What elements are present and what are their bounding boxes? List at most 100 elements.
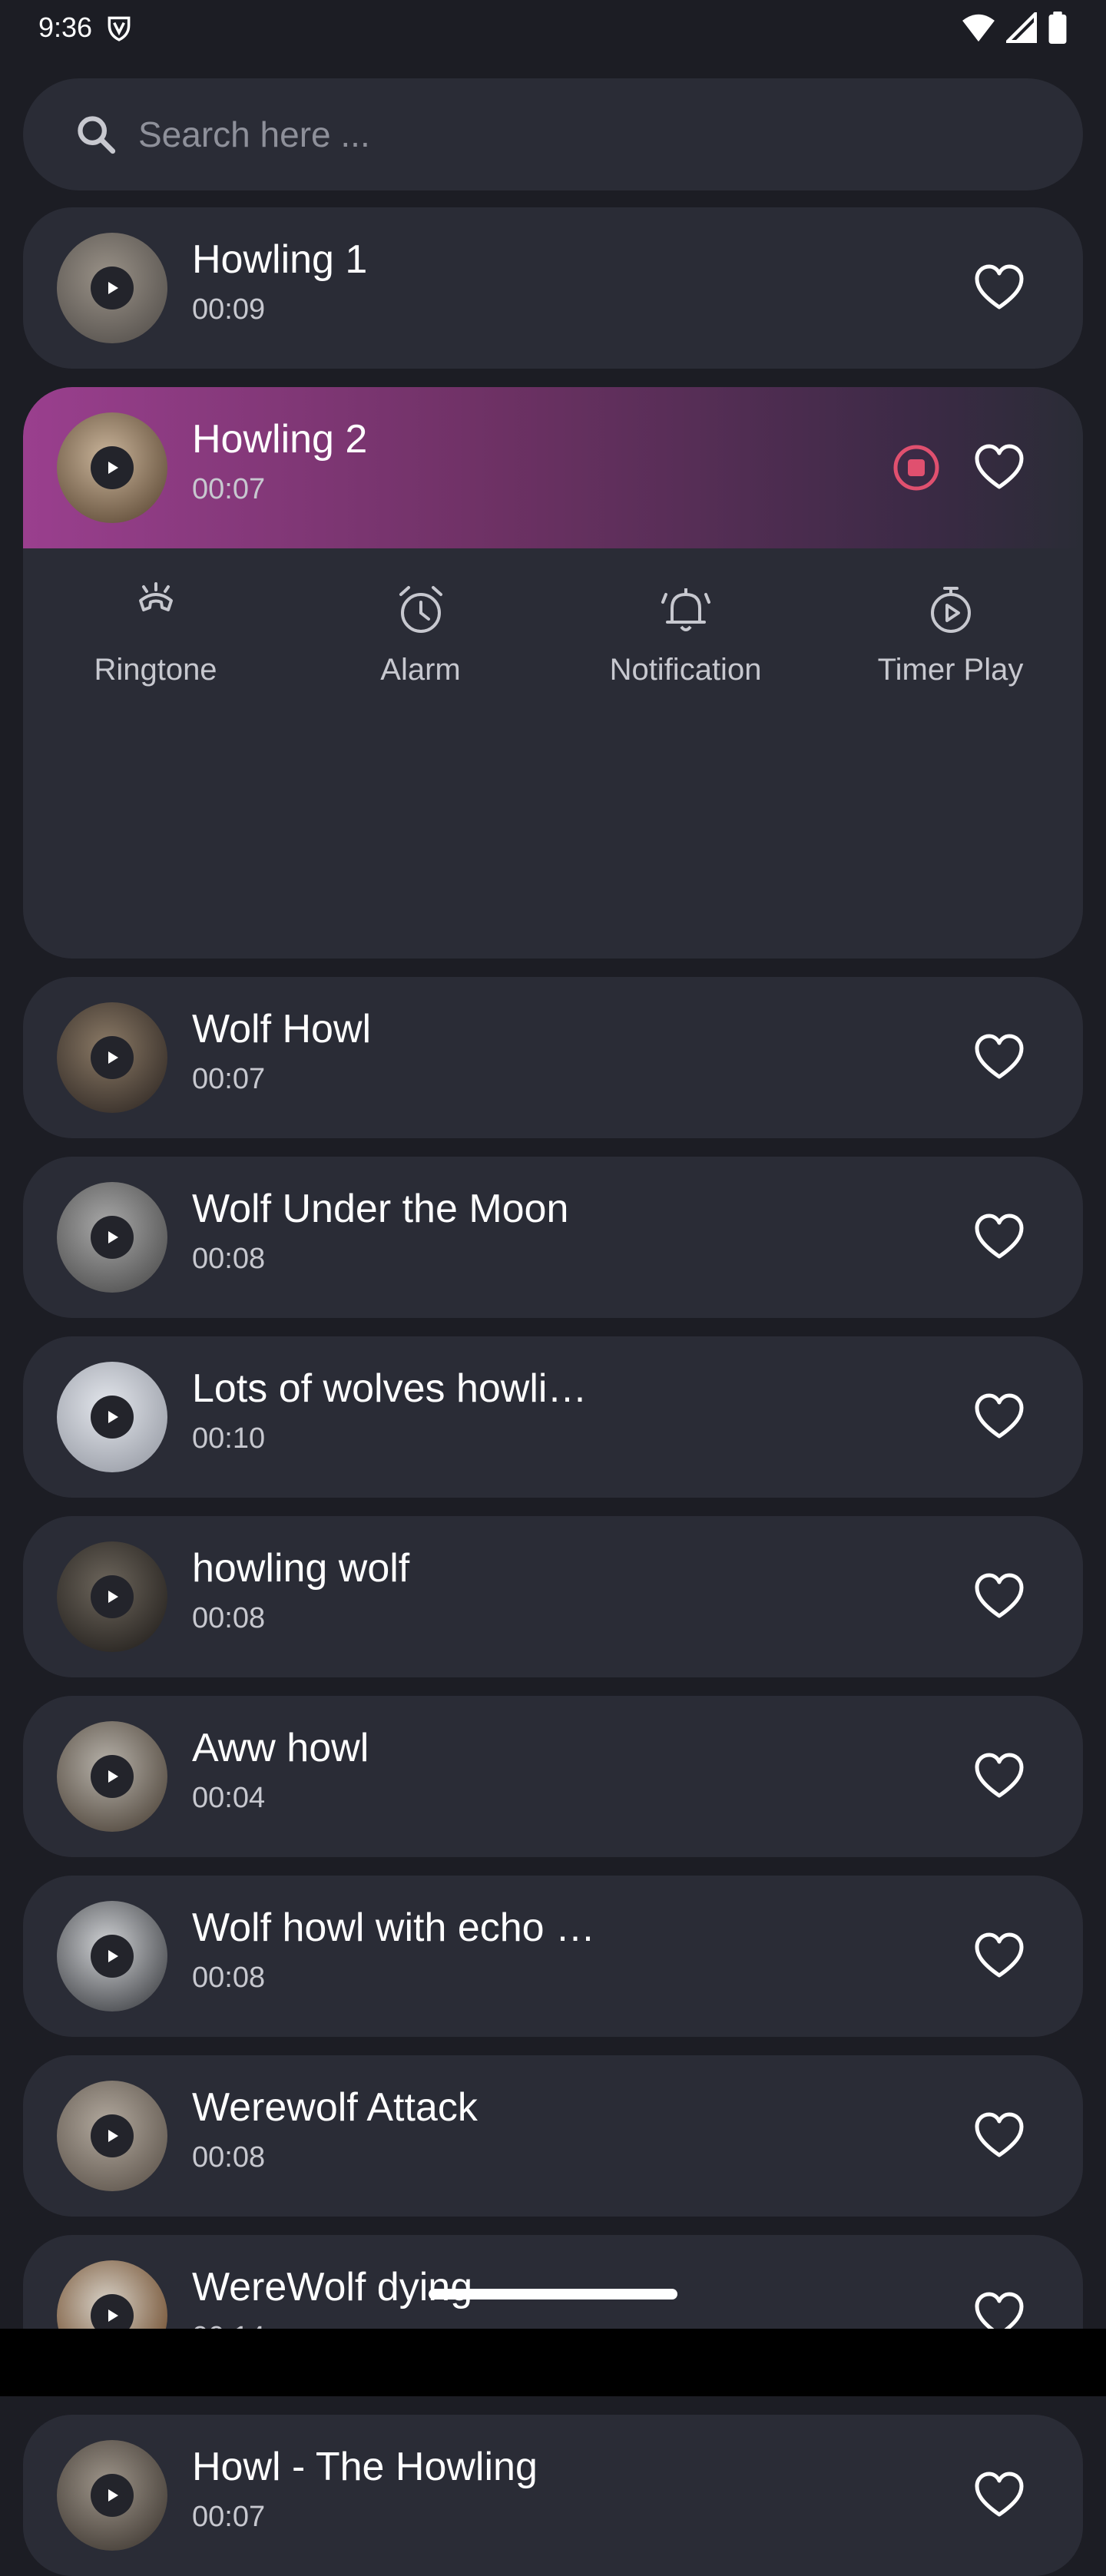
sound-card-header[interactable]: Howling 2 00:07	[23, 387, 1083, 548]
sound-duration: 00:07	[192, 1063, 266, 1095]
sound-card[interactable]: howling wolf 00:08	[23, 1516, 1083, 1677]
play-button[interactable]	[91, 267, 134, 310]
sound-duration: 00:09	[192, 293, 266, 326]
play-icon	[108, 282, 118, 294]
favorite-heart-icon[interactable]	[972, 1210, 1026, 1264]
search-input[interactable]: Search here ...	[138, 114, 370, 155]
sound-card[interactable]: Wolf Howl 00:07	[23, 977, 1083, 1138]
sound-card-header[interactable]: Wolf howl with echo … 00:08	[23, 1876, 1083, 2037]
status-time: 9:36	[38, 12, 93, 43]
sound-card[interactable]: Wolf howl with echo … 00:08	[23, 1876, 1083, 2037]
sound-duration: 00:04	[192, 1782, 266, 1814]
action-label: Ringtone	[94, 653, 217, 687]
wolf-thumbnail	[57, 1002, 167, 1113]
stop-icon[interactable]	[891, 442, 942, 493]
alarm-clock-icon	[399, 586, 442, 633]
sound-title: Howl - The Howling	[192, 2445, 538, 2489]
status-right	[962, 12, 1068, 44]
sound-card[interactable]: Howling 2 00:07 Ringtone Alarm Notificat…	[23, 387, 1083, 959]
sound-title: Wolf Howl	[192, 1007, 372, 1051]
favorite-heart-icon[interactable]	[972, 1390, 1026, 1444]
sound-title: Wolf Under the Moon	[192, 1187, 569, 1231]
action-notification-button[interactable]: Notification	[553, 579, 818, 733]
play-button[interactable]	[91, 1036, 134, 1079]
favorite-heart-icon[interactable]	[972, 441, 1026, 495]
sound-card[interactable]: Lots of wolves howli… 00:10	[23, 1336, 1083, 1498]
ringtone-icon	[138, 582, 173, 611]
play-button[interactable]	[91, 2114, 134, 2157]
sound-duration: 00:10	[192, 1422, 266, 1455]
sound-card-header[interactable]: Howling 1 00:09	[23, 207, 1083, 369]
sound-title: WereWolf dying	[192, 2265, 473, 2309]
sound-title: Lots of wolves howli…	[192, 1366, 588, 1411]
play-button[interactable]	[91, 1216, 134, 1259]
action-ringtone-button[interactable]: Ringtone	[23, 579, 288, 733]
sound-card[interactable]: Werewolf Attack 00:08	[23, 2055, 1083, 2217]
sound-card-header[interactable]: Wolf Under the Moon 00:08	[23, 1157, 1083, 1318]
sound-duration: 00:08	[192, 1243, 266, 1275]
sound-card-header[interactable]: Wolf Howl 00:07	[23, 977, 1083, 1138]
favorite-heart-icon[interactable]	[972, 1031, 1026, 1084]
play-button[interactable]	[91, 2474, 134, 2517]
wolf-thumbnail	[57, 1541, 167, 1652]
sound-duration: 00:08	[192, 1602, 266, 1634]
wolf-thumbnail	[57, 1901, 167, 2011]
wolf-thumbnail	[57, 412, 167, 523]
play-button[interactable]	[91, 1396, 134, 1439]
wifi-icon	[962, 14, 995, 42]
sound-actions: Ringtone Alarm Notification Timer Play	[23, 579, 1083, 733]
wolf-thumbnail	[57, 1362, 167, 1472]
favorite-heart-icon[interactable]	[972, 1929, 1026, 1983]
play-button[interactable]	[91, 1935, 134, 1978]
sound-card-header[interactable]: Lots of wolves howli… 00:10	[23, 1336, 1083, 1498]
action-alarm-button[interactable]: Alarm	[288, 579, 553, 733]
play-button[interactable]	[91, 1755, 134, 1798]
play-icon	[108, 2309, 118, 2322]
timer-play-icon	[930, 587, 971, 633]
system-navigation-bar	[0, 2329, 1106, 2396]
sound-card[interactable]: Howl - The Howling 00:07	[23, 2415, 1083, 2576]
favorite-heart-icon[interactable]	[972, 261, 1026, 315]
sound-card[interactable]: Howling 1 00:09	[23, 207, 1083, 369]
sound-card-header[interactable]: howling wolf 00:08	[23, 1516, 1083, 1677]
favorite-heart-icon[interactable]	[972, 1750, 1026, 1803]
status-bar: 9:36	[0, 0, 1106, 55]
play-icon	[108, 2489, 118, 2502]
play-icon	[108, 1231, 118, 1243]
status-left: 9:36	[38, 12, 134, 44]
sound-duration: 00:08	[192, 2141, 266, 2174]
wolf-thumbnail	[57, 1182, 167, 1293]
play-icon	[108, 1950, 118, 1962]
search-bar[interactable]: Search here ...	[23, 78, 1083, 190]
favorite-heart-icon[interactable]	[972, 1570, 1026, 1624]
action-timer-play-button[interactable]: Timer Play	[818, 579, 1083, 733]
sound-duration: 00:08	[192, 1962, 266, 1994]
play-icon	[108, 1411, 118, 1423]
sound-title: Howling 2	[192, 417, 368, 462]
sound-duration: 00:07	[192, 473, 266, 505]
play-button[interactable]	[91, 446, 134, 489]
favorite-heart-icon[interactable]	[972, 2468, 1026, 2522]
action-label: Alarm	[380, 653, 461, 687]
play-button[interactable]	[91, 1575, 134, 1618]
sound-card[interactable]: Aww howl 00:04	[23, 1696, 1083, 1857]
wolf-thumbnail	[57, 2081, 167, 2191]
sound-title: howling wolf	[192, 1546, 410, 1591]
play-icon	[108, 1591, 118, 1603]
sound-card-header[interactable]: Aww howl 00:04	[23, 1696, 1083, 1857]
shield-v-icon	[108, 16, 131, 41]
sound-card-header[interactable]: Werewolf Attack 00:08	[23, 2055, 1083, 2217]
sound-title: Aww howl	[192, 1726, 369, 1770]
sound-title: Wolf howl with echo …	[192, 1906, 596, 1950]
sound-card[interactable]: Wolf Under the Moon 00:08	[23, 1157, 1083, 1318]
action-label: Timer Play	[877, 653, 1024, 687]
notification-bell-icon	[661, 588, 710, 631]
sound-title: Howling 1	[192, 237, 368, 282]
search-icon	[78, 116, 116, 154]
sound-card-header[interactable]: Howl - The Howling 00:07	[23, 2415, 1083, 2576]
play-icon	[108, 2130, 118, 2142]
sound-duration: 00:07	[192, 2501, 266, 2533]
favorite-heart-icon[interactable]	[972, 2109, 1026, 2163]
play-icon	[108, 462, 118, 474]
home-indicator[interactable]	[429, 2289, 677, 2300]
